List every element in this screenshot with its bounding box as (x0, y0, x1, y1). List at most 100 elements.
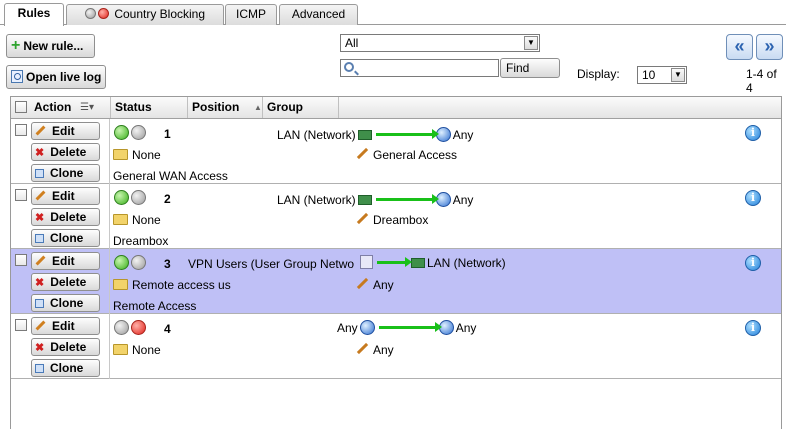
edit-button[interactable]: Edit (31, 252, 100, 270)
pencil-icon (35, 320, 46, 331)
clone-icon (35, 364, 44, 373)
action-cell: Edit ✖ Delete Clone (11, 184, 110, 248)
info-icon[interactable]: i (745, 320, 761, 336)
rule-path: LAN (Network) Any (277, 192, 473, 207)
rule-comment: Dreambox (113, 234, 169, 248)
service-icon (356, 342, 369, 355)
pencil-icon (35, 255, 46, 266)
rule-service: General Access (356, 147, 457, 162)
column-status[interactable]: Status (111, 97, 188, 118)
plus-icon: + (11, 37, 21, 54)
clone-icon (35, 169, 44, 178)
column-divider (109, 119, 110, 379)
network-icon (411, 258, 425, 268)
new-rule-label: New rule... (23, 39, 84, 53)
rule-position: 2 (164, 192, 171, 206)
tab-bar: Rules Country Blocking ICMP Advanced (0, 0, 786, 26)
clone-label: Clone (50, 231, 84, 245)
status-toggle[interactable] (114, 255, 148, 272)
rule-service: Dreambox (356, 212, 428, 227)
rule-group-label: None (132, 148, 161, 162)
status-toggle[interactable] (114, 190, 148, 207)
table-row[interactable]: Edit ✖ Delete Clone 4 Any Any None Any i (11, 314, 781, 379)
folder-icon (113, 149, 128, 160)
status-off-icon (131, 190, 146, 205)
delete-button[interactable]: ✖ Delete (31, 143, 100, 161)
column-menu-icon[interactable]: ☰▾ (80, 97, 94, 118)
clone-button[interactable]: Clone (31, 164, 100, 182)
page-range-text: 1-4 of 4 (746, 67, 777, 95)
rule-comment: General WAN Access (113, 169, 228, 183)
info-icon[interactable]: i (745, 190, 761, 206)
next-page-button[interactable]: » (756, 34, 783, 60)
tab-rules[interactable]: Rules (4, 3, 64, 26)
table-row[interactable]: Edit ✖ Delete Clone 3 VPN Users (User Gro… (11, 249, 781, 314)
edit-button[interactable]: Edit (31, 317, 100, 335)
row-checkbox[interactable] (15, 124, 27, 136)
tab-rules-label: Rules (17, 6, 51, 20)
folder-icon (113, 279, 128, 290)
column-position[interactable]: Position ▲ (188, 97, 263, 118)
status-enabled-icon (114, 190, 129, 205)
delete-button[interactable]: ✖ Delete (31, 208, 100, 226)
row-checkbox[interactable] (15, 189, 27, 201)
rule-group: None (113, 213, 161, 227)
edit-button[interactable]: Edit (31, 187, 100, 205)
tab-country-blocking[interactable]: Country Blocking (66, 4, 224, 25)
table-row[interactable]: Edit ✖ Delete Clone 2 LAN (Network) Any No… (11, 184, 781, 249)
pencil-icon (35, 190, 46, 201)
column-action[interactable]: Action ☰▾ (30, 97, 111, 118)
rule-group: None (113, 343, 161, 357)
column-group[interactable]: Group (263, 97, 339, 118)
status-blocked-icon (97, 8, 109, 19)
previous-page-button[interactable]: « (726, 34, 753, 60)
rule-source: LAN (Network) (277, 193, 356, 207)
edit-label: Edit (52, 189, 75, 203)
search-input[interactable] (340, 59, 499, 77)
tab-icmp[interactable]: ICMP (225, 4, 277, 25)
rule-service-label: Any (373, 343, 394, 357)
table-row[interactable]: Edit ✖ Delete Clone 1 LAN (Network) Any No… (11, 119, 781, 184)
new-rule-button[interactable]: + New rule... (6, 34, 95, 58)
delete-button[interactable]: ✖ Delete (31, 338, 100, 356)
select-all-checkbox[interactable] (15, 101, 27, 113)
row-checkbox[interactable] (15, 254, 27, 266)
clone-button[interactable]: Clone (31, 359, 100, 377)
find-button[interactable]: Find (500, 58, 560, 78)
column-position-label: Position (192, 100, 240, 114)
clone-button[interactable]: Clone (31, 229, 100, 247)
chevron-down-icon[interactable]: ▼ (671, 68, 685, 82)
rules-grid: Action ☰▾ Status Position ▲ Group Edit ✖… (10, 96, 782, 429)
status-toggle[interactable] (114, 125, 148, 142)
clone-button[interactable]: Clone (31, 294, 100, 312)
tab-advanced-label: Advanced (291, 7, 346, 21)
info-icon[interactable]: i (745, 125, 761, 141)
action-cell: Edit ✖ Delete Clone (11, 314, 110, 378)
service-icon (356, 212, 369, 225)
chevron-down-icon[interactable]: ▼ (524, 36, 538, 50)
action-cell: Edit ✖ Delete Clone (11, 249, 110, 313)
grid-header: Action ☰▾ Status Position ▲ Group (11, 97, 781, 119)
status-toggle[interactable] (114, 320, 148, 337)
filter-select[interactable]: All ▼ (340, 34, 540, 52)
edit-label: Edit (52, 254, 75, 268)
tab-country-blocking-label: Country Blocking (114, 7, 206, 21)
row-checkbox[interactable] (15, 319, 27, 331)
display-count-select[interactable]: 10 ▼ (637, 66, 687, 84)
log-icon (11, 70, 23, 83)
arrow-right-icon (375, 194, 439, 204)
delete-label: Delete (50, 145, 87, 159)
rule-group-label: Remote access us (132, 278, 231, 292)
filter-select-value: All (345, 36, 359, 50)
tab-advanced[interactable]: Advanced (279, 4, 358, 25)
info-icon[interactable]: i (745, 255, 761, 271)
status-blocked-icon (131, 320, 146, 335)
clone-icon (35, 299, 44, 308)
delete-button[interactable]: ✖ Delete (31, 273, 100, 291)
delete-icon: ✖ (35, 212, 45, 224)
edit-button[interactable]: Edit (31, 122, 100, 140)
rule-source: LAN (Network) (277, 128, 356, 142)
open-live-log-button[interactable]: Open live log (6, 65, 106, 89)
column-action-label: Action (34, 100, 72, 114)
arrow-right-icon (378, 322, 442, 332)
